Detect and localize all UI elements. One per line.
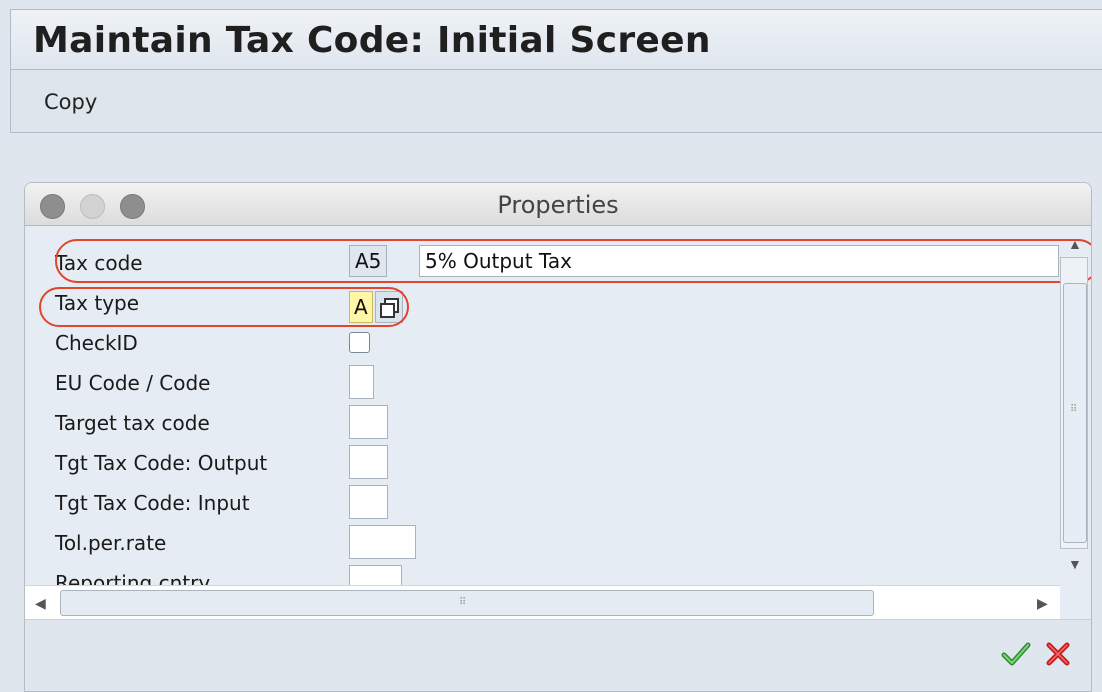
copy-button[interactable]: Copy bbox=[44, 90, 97, 114]
title-bar: Maintain Tax Code: Initial Screen bbox=[10, 9, 1102, 70]
tol-per-rate-field[interactable] bbox=[349, 525, 416, 559]
tgt-tax-code-output-field[interactable] bbox=[349, 445, 388, 479]
scroll-left-arrow-icon[interactable]: ◀ bbox=[35, 596, 46, 610]
target-tax-code-field[interactable] bbox=[349, 405, 388, 439]
vertical-scroll-track[interactable]: ⠿ bbox=[1060, 257, 1088, 549]
tgt-tax-code-input-label: Tgt Tax Code: Input bbox=[55, 491, 250, 515]
checkid-label: CheckID bbox=[55, 331, 138, 355]
application-toolbar: Copy bbox=[10, 70, 1102, 133]
grip-icon: ⠿ bbox=[1070, 404, 1077, 415]
horizontal-scroll-thumb[interactable]: ⠿ bbox=[60, 590, 874, 616]
properties-dialog: Properties Tax code A5 5% Output Tax Tax… bbox=[24, 182, 1092, 692]
tgt-tax-code-output-label: Tgt Tax Code: Output bbox=[55, 451, 268, 475]
grip-icon: ⠿ bbox=[459, 597, 466, 608]
eu-code-label: EU Code / Code bbox=[55, 371, 211, 395]
scroll-up-arrow-icon[interactable]: ▲ bbox=[1068, 237, 1082, 251]
dialog-header: Properties bbox=[25, 183, 1091, 226]
tgt-tax-code-input-field[interactable] bbox=[349, 485, 388, 519]
tol-per-rate-label: Tol.per.rate bbox=[55, 531, 167, 555]
annotation-tax-code bbox=[55, 239, 1091, 283]
checkmark-icon[interactable] bbox=[1000, 638, 1032, 670]
vertical-scrollbar[interactable]: ▲ ⠿ ▼ bbox=[1060, 235, 1090, 575]
horizontal-scrollbar[interactable]: ◀ ⠿ ▶ bbox=[25, 585, 1060, 620]
vertical-scroll-thumb[interactable]: ⠿ bbox=[1063, 283, 1087, 543]
annotation-tax-type bbox=[39, 287, 409, 327]
scroll-right-arrow-icon[interactable]: ▶ bbox=[1037, 596, 1048, 610]
page-title: Maintain Tax Code: Initial Screen bbox=[33, 20, 711, 61]
dialog-title: Properties bbox=[497, 191, 619, 219]
cancel-x-icon[interactable] bbox=[1042, 638, 1074, 670]
scroll-down-arrow-icon[interactable]: ▼ bbox=[1068, 557, 1082, 571]
eu-code-field[interactable] bbox=[349, 365, 374, 399]
checkid-checkbox[interactable] bbox=[349, 332, 370, 353]
dialog-footer bbox=[25, 619, 1091, 691]
target-tax-code-label: Target tax code bbox=[55, 411, 210, 435]
